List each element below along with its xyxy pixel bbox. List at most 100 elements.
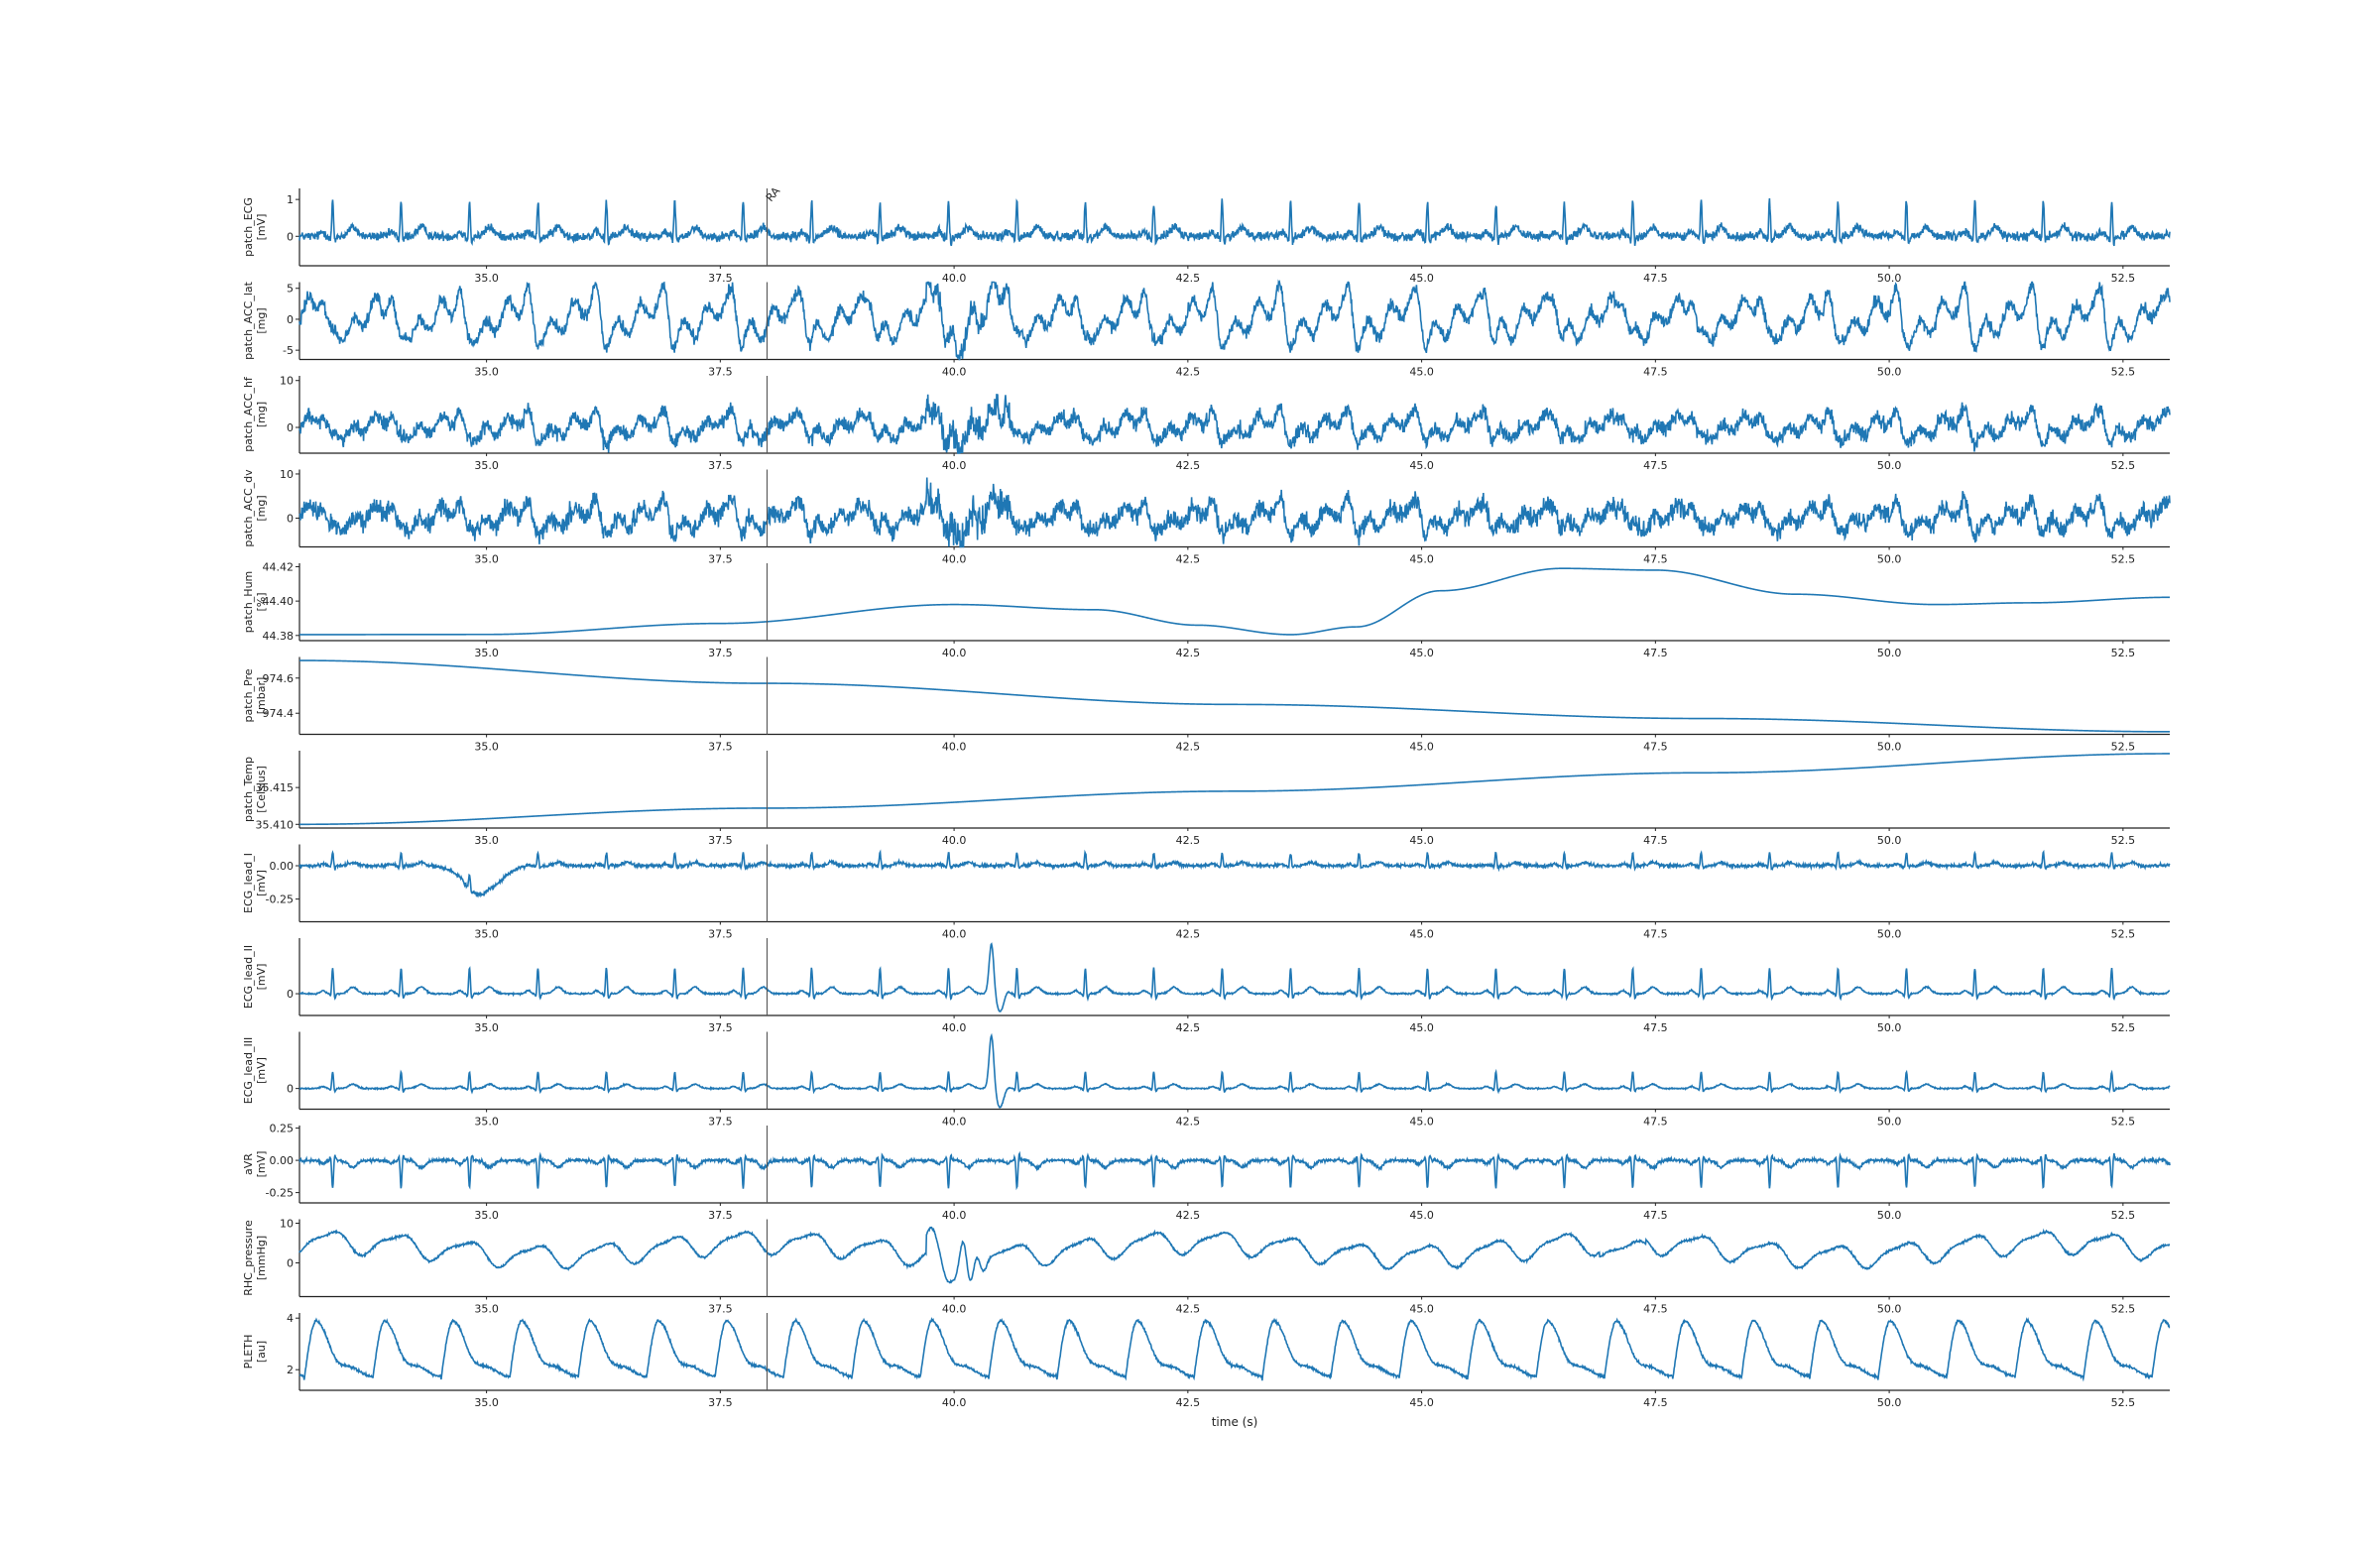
x-tick-label: 47.5 xyxy=(1643,366,1668,379)
y-axis-unit: [mV] xyxy=(255,1057,268,1084)
signal-line-patch_ECG xyxy=(298,198,2171,247)
x-tick-label: 50.0 xyxy=(1877,1303,1902,1316)
signal-line-ECG_lead_II xyxy=(298,942,2171,1012)
y-axis-unit: [%] xyxy=(255,592,268,611)
x-tick-label: 47.5 xyxy=(1643,459,1668,472)
signal-line-patch_ACC_hf xyxy=(298,394,2171,454)
x-tick-label: 37.5 xyxy=(708,272,733,285)
y-axis-label: ECG_lead_II[mV] xyxy=(242,945,268,1009)
x-tick-label: 40.0 xyxy=(942,834,967,847)
x-tick-label: 52.5 xyxy=(2111,366,2136,379)
x-tick-label: 37.5 xyxy=(708,741,733,754)
x-tick-label: 42.5 xyxy=(1176,647,1201,659)
x-tick-label: 37.5 xyxy=(708,1396,733,1409)
y-axis-label: ECG_lead_III[mV] xyxy=(242,1037,268,1104)
y-tick-label: 0 xyxy=(287,230,294,243)
y-axis-name: patch_Hum xyxy=(242,571,255,634)
y-axis-label: patch_ACC_dv[mg] xyxy=(242,469,268,547)
x-tick-label: 42.5 xyxy=(1176,834,1201,847)
x-tick-label: 40.0 xyxy=(942,647,967,659)
x-tick-label: 35.0 xyxy=(474,1021,499,1034)
panel-patch_ECG: 0 1 35.0 37.5 40.0 42.5 45.0 47.5 50.0 52.5 patch_… xyxy=(242,184,2171,285)
x-tick-label: 42.5 xyxy=(1176,553,1201,566)
x-tick-label: 37.5 xyxy=(708,647,733,659)
x-tick-label: 52.5 xyxy=(2111,741,2136,754)
x-tick-label: 47.5 xyxy=(1643,647,1668,659)
y-tick-label: 0 xyxy=(287,1083,294,1096)
panel-patch_Temp: 35.41035.41535.0 37.5 40.0 42.5 45.0 47.5 50.0… xyxy=(242,751,2170,847)
y-tick-label: 1 xyxy=(287,193,294,206)
signal-line-PLETH xyxy=(298,1317,2171,1382)
y-tick-label: 0 xyxy=(287,988,294,1001)
x-tick-label: 40.0 xyxy=(942,1021,967,1034)
signal-line-patch_Temp xyxy=(299,753,2170,826)
y-axis-unit: [mV] xyxy=(255,214,268,241)
x-tick-label: 45.0 xyxy=(1409,1303,1434,1316)
panel-ECG_lead_II: 0 35.0 37.5 40.0 42.5 45.0 47.5 50.0 52.5 ECG_lea… xyxy=(242,938,2171,1034)
panel-patch_Hum: 44.3844.4044.4235.0 37.5 40.0 42.5 45.0 47.5 5… xyxy=(242,560,2170,659)
panel-patch_ACC_hf: 0 10 35.0 37.5 40.0 42.5 45.0 47.5 50.0 52.5 patch… xyxy=(242,375,2171,472)
x-tick-label: 35.0 xyxy=(474,647,499,659)
x-tick-label: 40.0 xyxy=(942,459,967,472)
x-tick-label: 40.0 xyxy=(942,1396,967,1409)
panel-aVR: -0.25 0.00 0.25 35.0 37.5 40.0 42.5 45.0 47.5 50.… xyxy=(242,1123,2171,1222)
y-axis-label: aVR[mV] xyxy=(242,1151,268,1178)
y-tick-label: 0 xyxy=(287,513,294,526)
signal-line-patch_Pre xyxy=(299,659,2170,733)
panel-patch_Pre: 974.4974.635.0 37.5 40.0 42.5 45.0 47.5 50.0 52… xyxy=(242,656,2170,754)
x-tick-label: 52.5 xyxy=(2111,459,2136,472)
x-tick-label: 37.5 xyxy=(708,459,733,472)
y-axis-unit: [mmHg] xyxy=(255,1236,268,1280)
signal-line-aVR xyxy=(298,1150,2171,1191)
x-tick-label: 35.0 xyxy=(474,928,499,941)
y-tick-label: 0 xyxy=(287,421,294,434)
x-tick-label: 47.5 xyxy=(1643,928,1668,941)
y-axis-unit: [mbar] xyxy=(255,677,268,715)
y-axis-name: ECG_lead_II xyxy=(242,945,255,1009)
x-tick-label: 35.0 xyxy=(474,272,499,285)
x-tick-label: 50.0 xyxy=(1877,272,1902,285)
y-tick-label: 4 xyxy=(287,1312,294,1325)
x-tick-label: 35.0 xyxy=(474,1116,499,1129)
y-tick-label: 44.38 xyxy=(263,630,295,643)
y-tick-label: 10 xyxy=(280,468,294,481)
x-tick-label: 45.0 xyxy=(1409,741,1434,754)
x-tick-label: 47.5 xyxy=(1643,1116,1668,1129)
y-axis-unit: [au] xyxy=(255,1341,268,1363)
x-tick-label: 50.0 xyxy=(1877,459,1902,472)
panel-PLETH: 2 4 35.0 37.5 40.0 42.5 45.0 47.5 50.0 52.5 PLETH[… xyxy=(242,1312,2171,1409)
signal-line-ECG_lead_III xyxy=(298,1032,2171,1109)
x-tick-label: 42.5 xyxy=(1176,741,1201,754)
y-tick-label: 2 xyxy=(287,1364,294,1376)
y-tick-label: 0.25 xyxy=(270,1123,295,1135)
y-tick-label: -5 xyxy=(283,344,294,357)
y-tick-label: 5 xyxy=(287,283,294,296)
x-tick-label: 42.5 xyxy=(1176,1116,1201,1129)
y-axis-label: RHC_pressure[mmHg] xyxy=(242,1220,268,1296)
x-tick-label: 52.5 xyxy=(2111,1209,2136,1222)
panel-ECG_lead_III: 0 35.0 37.5 40.0 42.5 45.0 47.5 50.0 52.5 ECG_lea… xyxy=(242,1031,2171,1129)
x-tick-label: 35.0 xyxy=(474,366,499,379)
signal-line-patch_ACC_dv xyxy=(298,477,2171,548)
x-tick-label: 37.5 xyxy=(708,1021,733,1034)
x-tick-label: 42.5 xyxy=(1176,1303,1201,1316)
x-tick-label: 37.5 xyxy=(708,366,733,379)
y-axis-label: ECG_lead_I[mV] xyxy=(242,853,268,913)
y-tick-label: 10 xyxy=(280,375,294,388)
x-tick-label: 45.0 xyxy=(1409,928,1434,941)
x-tick-label: 35.0 xyxy=(474,1396,499,1409)
y-axis-unit: [mg] xyxy=(255,495,268,521)
x-tick-label: 52.5 xyxy=(2111,834,2136,847)
y-axis-unit: [mV] xyxy=(255,1151,268,1178)
multi-panel-signal-chart: 0 1 35.0 37.5 40.0 42.5 45.0 47.5 50.0 52.5 patch_… xyxy=(242,184,2171,1429)
x-tick-label: 37.5 xyxy=(708,928,733,941)
y-axis-name: PLETH xyxy=(242,1335,255,1369)
x-tick-label: 40.0 xyxy=(942,1303,967,1316)
x-tick-label: 45.0 xyxy=(1409,1209,1434,1222)
x-tick-label: 35.0 xyxy=(474,459,499,472)
y-axis-label: PLETH[au] xyxy=(242,1335,268,1369)
y-axis-label: patch_Hum[%] xyxy=(242,571,268,634)
x-tick-label: 45.0 xyxy=(1409,459,1434,472)
x-tick-label: 50.0 xyxy=(1877,647,1902,659)
y-axis-name: RHC_pressure xyxy=(242,1220,255,1296)
